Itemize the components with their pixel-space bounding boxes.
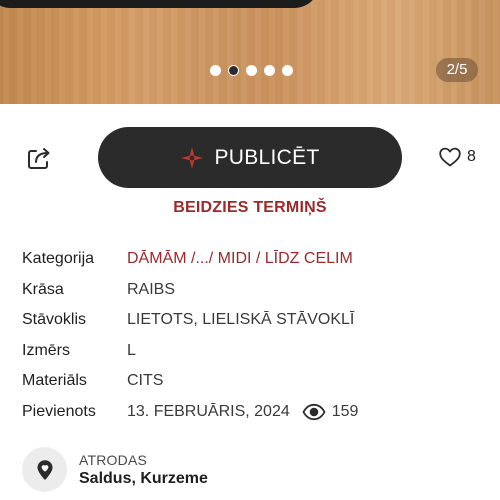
condition-value: LIETOTS, LIELISKĀ STĀVOKLĪ	[127, 311, 355, 329]
spark-icon	[181, 146, 204, 169]
heart-outline-icon	[439, 147, 461, 167]
color-label: Krāsa	[22, 280, 64, 298]
product-photo[interactable]: 2/5	[0, 0, 500, 104]
publish-button[interactable]: PUBLICĒT	[98, 127, 402, 188]
added-value-group: 13. FEBRUĀRIS, 2024 159	[127, 403, 358, 421]
material-value: CITS	[127, 372, 164, 390]
share-icon	[28, 148, 50, 169]
garment-hem	[0, 0, 320, 8]
added-date: 13. FEBRUĀRIS, 2024	[127, 402, 290, 420]
location-pin-icon	[37, 459, 52, 480]
condition-label: Stāvoklis	[22, 311, 87, 329]
size-value: L	[127, 341, 136, 359]
gallery-dot-active[interactable]	[228, 65, 239, 76]
category-link[interactable]: DĀMĀM /.../ MIDI / LĪDZ CELIM	[127, 250, 353, 268]
location-badge	[22, 447, 67, 492]
location-label: ATRODAS	[79, 451, 148, 468]
views-count: 159	[331, 402, 359, 420]
added-label: Pievienots	[22, 402, 96, 420]
size-label: Izmērs	[22, 341, 70, 359]
gallery-pagination	[210, 65, 293, 76]
location-text: ATRODAS Saldus, Kurzeme	[79, 452, 208, 488]
favorite-button[interactable]: 8	[438, 145, 476, 169]
share-button[interactable]	[24, 143, 54, 173]
gallery-dot[interactable]	[246, 65, 257, 76]
category-label: Kategorija	[22, 250, 95, 267]
gallery-counter: 2/5	[436, 58, 478, 82]
views-counter: 159	[302, 402, 359, 421]
publish-label: PUBLICĒT	[214, 145, 320, 169]
eye-icon	[302, 403, 326, 421]
location-block: ATRODAS Saldus, Kurzeme	[22, 447, 208, 492]
location-value: Saldus, Kurzeme	[79, 469, 208, 487]
gallery-dot[interactable]	[264, 65, 275, 76]
status-expired: BEIDZIES TERMIŅŠ	[173, 199, 327, 216]
favorite-count: 8	[467, 148, 476, 165]
color-value: RAIBS	[127, 280, 176, 298]
gallery-dot[interactable]	[210, 65, 221, 76]
gallery-dot[interactable]	[282, 65, 293, 76]
material-label: Materiāls	[22, 372, 87, 390]
